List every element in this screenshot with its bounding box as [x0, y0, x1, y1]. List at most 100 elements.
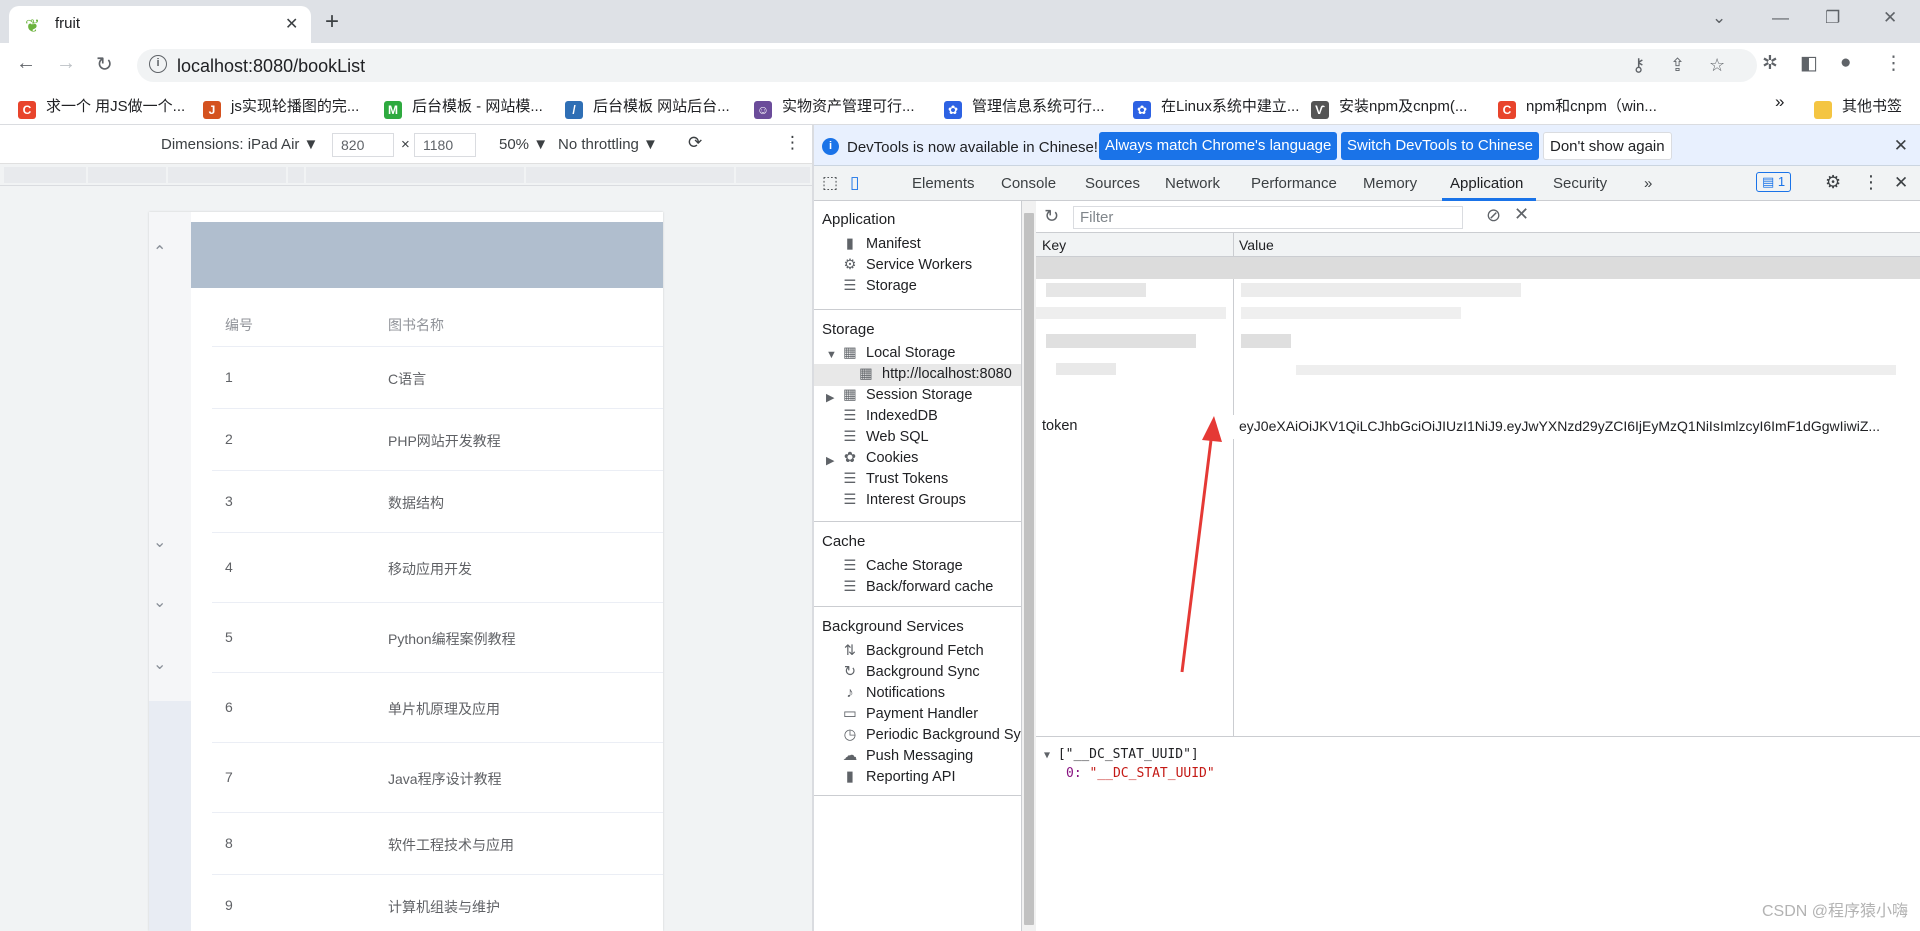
sidebar-item-back-forward-cache[interactable]: ☰ Back/forward cache: [842, 579, 994, 595]
preview-array[interactable]: ▼ ["__DC_STAT_UUID"]: [1044, 747, 1199, 762]
sidebar-item-storage[interactable]: ☰ Storage: [842, 278, 917, 294]
always-match-language-button[interactable]: Always match Chrome's language: [1099, 132, 1338, 160]
close-infobar-icon[interactable]: ✕: [1894, 136, 1908, 156]
sidebar-item-cookies[interactable]: ✿ Cookies: [842, 450, 918, 466]
sidebar-item-session-storage[interactable]: ▦ Session Storage: [842, 387, 972, 403]
tab-application[interactable]: Application: [1450, 175, 1523, 192]
settings-gear-icon[interactable]: ⚙: [1825, 172, 1841, 193]
extensions-icon[interactable]: ✲: [1762, 52, 1778, 75]
sidebar-item-service-workers[interactable]: ⚙ Service Workers: [842, 257, 973, 273]
expand-local-storage-icon[interactable]: ▼: [826, 349, 837, 361]
sidebar-item-cache-storage[interactable]: ☰ Cache Storage: [842, 558, 963, 574]
value-column-header[interactable]: Value: [1239, 237, 1274, 253]
forward-icon[interactable]: →: [56, 52, 76, 75]
sidebar-item-periodic-background-sync[interactable]: ◷ Periodic Background Sy: [842, 727, 1021, 743]
media-query-ruler[interactable]: [0, 164, 812, 186]
chevron-down-icon[interactable]: ⌄: [153, 532, 166, 552]
bookmark-item[interactable]: / 后台模板 网站后台...: [565, 95, 730, 119]
dont-show-again-button[interactable]: Don't show again: [1543, 132, 1672, 160]
tab-network[interactable]: Network: [1165, 175, 1220, 192]
tab-memory[interactable]: Memory: [1363, 175, 1417, 192]
expand-session-storage-icon[interactable]: ▶: [826, 391, 834, 404]
sidebar-item-indexeddb[interactable]: ☰ IndexedDB: [842, 408, 938, 424]
bookmark-item[interactable]: M 后台模板 - 网站模...: [384, 95, 543, 119]
bookmark-star-icon[interactable]: ☆: [1709, 55, 1725, 76]
rotate-icon[interactable]: ⟳: [688, 133, 702, 153]
share-icon[interactable]: ⇪: [1670, 55, 1685, 76]
clear-all-icon[interactable]: ⊘: [1486, 205, 1501, 226]
sidebar-item-web-sql[interactable]: ☰ Web SQL: [842, 429, 929, 445]
sidebar-item-reporting-api[interactable]: ▮ Reporting API: [842, 769, 955, 785]
key-column-header[interactable]: Key: [1042, 237, 1066, 253]
close-window-icon[interactable]: ✕: [1883, 8, 1897, 28]
other-bookmarks[interactable]: ▮ 其他书签: [1814, 95, 1902, 119]
filter-input[interactable]: Filter: [1073, 206, 1463, 229]
device-height-input[interactable]: 1180: [414, 133, 476, 157]
sidebar-scrollbar[interactable]: [1022, 201, 1036, 931]
sidebar-item-payment-handler[interactable]: ▭ Payment Handler: [842, 706, 978, 722]
close-tab-icon[interactable]: ✕: [285, 14, 298, 34]
devtools-menu-icon[interactable]: ⋮: [1862, 172, 1880, 193]
bookmark-item[interactable]: Jjs实现轮播图的完...: [203, 95, 359, 119]
sidebar-item-notifications[interactable]: ♪ Notifications: [842, 685, 945, 701]
table-row[interactable]: 7 Java程序设计教程: [212, 743, 663, 813]
device-menu-icon[interactable]: ⋮: [784, 133, 801, 153]
sidebar-item-local-origin[interactable]: ▦ http://localhost:8080: [858, 366, 1012, 382]
sidebar-item-interest-groups[interactable]: ☰ Interest Groups: [842, 492, 966, 508]
blurred-row[interactable]: [1036, 257, 1920, 279]
more-tabs-icon[interactable]: »: [1644, 175, 1652, 192]
address-bar[interactable]: i localhost:8080/bookList ⚷ ⇪ ☆: [137, 49, 1757, 82]
sidebar-item-local-storage[interactable]: ▦ Local Storage: [842, 345, 955, 361]
refresh-icon[interactable]: ↻: [1044, 206, 1059, 227]
tab-search-chevron-icon[interactable]: ⌄: [1712, 8, 1726, 28]
dimensions-select[interactable]: Dimensions: iPad Air ▼: [161, 136, 318, 153]
tab-security[interactable]: Security: [1553, 175, 1607, 192]
sidebar-item-push-messaging[interactable]: ☁ Push Messaging: [842, 748, 973, 764]
table-row[interactable]: 8 软件工程技术与应用: [212, 813, 663, 875]
profile-avatar-icon[interactable]: ●: [1840, 52, 1851, 74]
reload-icon[interactable]: ↻: [96, 52, 113, 77]
bookmark-item[interactable]: Cnpm和cnpm（win...: [1498, 95, 1657, 119]
delete-selected-icon[interactable]: ✕: [1514, 204, 1529, 225]
chevron-up-icon[interactable]: ⌃: [153, 242, 166, 262]
chevron-down-icon[interactable]: ⌄: [153, 654, 166, 674]
table-row[interactable]: 3 数据结构: [212, 471, 663, 533]
bookmark-item[interactable]: C 求一个 用JS做一个...: [18, 95, 185, 119]
back-icon[interactable]: ←: [16, 52, 36, 75]
throttling-select[interactable]: No throttling ▼: [558, 136, 658, 153]
tab-console[interactable]: Console: [1001, 175, 1056, 192]
table-row[interactable]: 9 计算机组装与维护: [212, 875, 663, 931]
bookmark-item[interactable]: Ѵ 安装npm及cnpm(...: [1311, 95, 1467, 119]
side-panel-icon[interactable]: ◧: [1800, 52, 1818, 75]
new-tab-icon[interactable]: +: [325, 8, 339, 36]
bookmark-item[interactable]: ☺ 实物资产管理可行...: [754, 95, 915, 119]
device-toggle-icon[interactable]: ▯: [850, 173, 859, 193]
table-row[interactable]: 1 C语言: [212, 347, 663, 409]
switch-to-chinese-button[interactable]: Switch DevTools to Chinese: [1341, 132, 1539, 160]
tab-sources[interactable]: Sources: [1085, 175, 1140, 192]
table-row[interactable]: 2 PHP网站开发教程: [212, 409, 663, 471]
table-row[interactable]: 5 Python编程案例教程: [212, 603, 663, 673]
close-devtools-icon[interactable]: ✕: [1894, 173, 1908, 193]
sidebar-item-trust-tokens[interactable]: ☰ Trust Tokens: [842, 471, 949, 487]
expand-cookies-icon[interactable]: ▶: [826, 454, 834, 467]
more-bookmarks-chevron-icon[interactable]: »: [1775, 92, 1784, 112]
key-icon[interactable]: ⚷: [1632, 55, 1645, 76]
tab-elements[interactable]: Elements: [912, 175, 975, 192]
bookmark-item[interactable]: ✿ 在Linux系统中建立...: [1133, 95, 1299, 119]
sidebar-item-manifest[interactable]: ▮ Manifest: [842, 236, 921, 252]
inspect-element-icon[interactable]: ⬚: [822, 173, 838, 193]
minimize-icon[interactable]: —: [1772, 8, 1789, 28]
browser-tab[interactable]: ❦ fruit ✕: [9, 6, 311, 43]
table-row[interactable]: 4 移动应用开发: [212, 533, 663, 603]
device-width-input[interactable]: 820: [332, 133, 394, 157]
tab-performance[interactable]: Performance: [1251, 175, 1337, 192]
zoom-select[interactable]: 50% ▼: [499, 136, 548, 153]
sidebar-item-background-sync[interactable]: ↻ Background Sync: [842, 664, 980, 680]
issues-badge[interactable]: ▤ 1: [1756, 172, 1792, 192]
token-row[interactable]: token eyJ0eXAiOiJKV1QiLCJhbGciOiJIUzI1Ni…: [1036, 415, 1920, 439]
restore-icon[interactable]: ❐: [1825, 8, 1840, 28]
sidebar-item-background-fetch[interactable]: ⇅ Background Fetch: [842, 643, 984, 659]
chevron-down-icon[interactable]: ⌄: [153, 592, 166, 612]
site-info-icon[interactable]: i: [149, 55, 167, 73]
